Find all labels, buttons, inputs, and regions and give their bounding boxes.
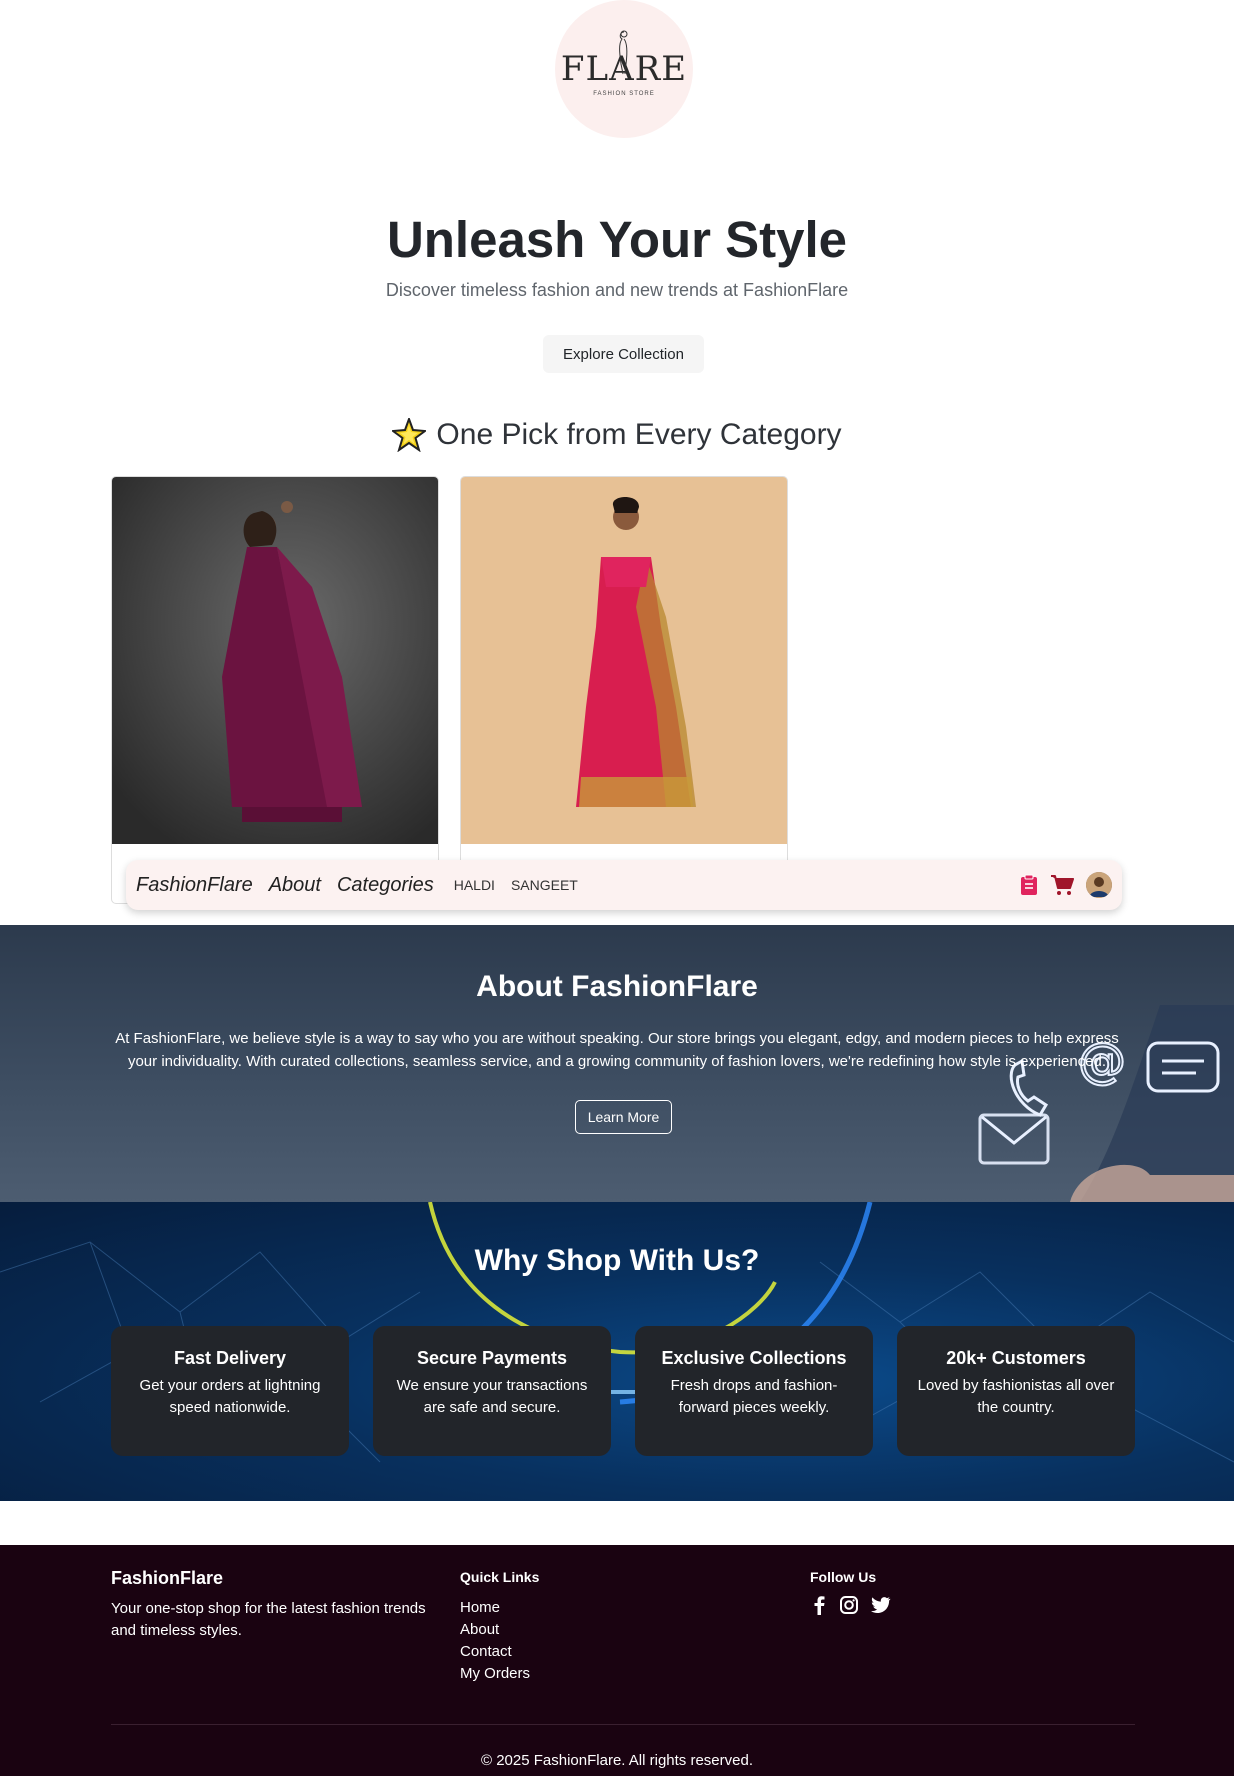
quick-links-list: Home About Contact My Orders [460,1597,530,1685]
why-shop-section: Why Shop With Us? Fast Delivery Get your… [0,1202,1234,1501]
footer-link-contact[interactable]: Contact [460,1641,530,1663]
feature-card-customers: 20k+ Customers Loved by fashionistas all… [897,1326,1135,1456]
feature-title: 20k+ Customers [946,1348,1086,1368]
feature-card-exclusive-collections: Exclusive Collections Fresh drops and fa… [635,1326,873,1456]
why-title: Why Shop With Us? [474,1244,760,1277]
navbar-brand-link[interactable]: FashionFlare [136,874,253,897]
footer-link-my-orders[interactable]: My Orders [460,1663,530,1685]
nav-category-haldi[interactable]: HALDI [454,877,495,893]
star-icon [392,418,427,452]
orders-clipboard-icon[interactable] [1020,874,1038,896]
feature-card-secure-payments: Secure Payments We ensure your transacti… [373,1326,611,1456]
feature-text: Get your orders at lightning speed natio… [139,1377,321,1416]
instagram-icon[interactable] [839,1595,859,1615]
footer-brand: FashionFlare [111,1568,224,1588]
picks-title: One Pick from Every Category [436,418,842,451]
feature-text: Fresh drops and fashion-forward pieces w… [670,1377,838,1416]
product-card[interactable] [111,476,439,904]
navbar: FashionFlare About Categories HALDI SANG… [126,860,1122,910]
footer-copyright: © 2025 FashionFlare. All rights reserved… [480,1752,753,1769]
cart-icon[interactable] [1050,874,1074,896]
facebook-icon[interactable] [811,1595,827,1615]
footer-link-about[interactable]: About [460,1619,530,1641]
hero-subtitle: Discover timeless fashion and new trends… [385,280,849,300]
navbar-icons [1020,872,1112,898]
user-avatar[interactable] [1086,872,1112,898]
footer-description: Your one-stop shop for the latest fashio… [111,1600,426,1639]
nav-link-about[interactable]: About [269,874,321,897]
product-card[interactable] [460,476,788,904]
footer: FashionFlare Your one-stop shop for the … [0,1545,1234,1776]
explore-collection-button[interactable]: Explore Collection [543,335,704,373]
logo-tagline: FASHION STORE [593,90,655,97]
twitter-icon[interactable] [871,1595,891,1615]
quick-links-heading: Quick Links [460,1569,540,1585]
social-links [811,1595,891,1615]
feature-title: Secure Payments [416,1348,568,1368]
hero-title: Unleash Your Style [386,211,848,268]
feature-text: Loved by fashionistas all over the count… [917,1377,1115,1416]
feature-text: We ensure your transactions are safe and… [396,1377,588,1416]
footer-divider [111,1724,1135,1725]
feature-title: Fast Delivery [173,1348,287,1368]
feature-title: Exclusive Collections [661,1348,847,1368]
follow-us-heading: Follow Us [810,1569,877,1585]
learn-more-button[interactable]: Learn More [575,1100,672,1134]
product-image [112,477,438,844]
nav-link-categories[interactable]: Categories [337,874,434,897]
nav-category-sangeet[interactable]: SANGEET [511,877,578,893]
about-section: @ About FashionFlare At FashionFlare, we… [0,925,1234,1202]
logo-figure-icon [619,30,628,75]
picks-heading: One Pick from Every Category [0,418,1234,452]
feature-card-fast-delivery: Fast Delivery Get your orders at lightni… [111,1326,349,1456]
footer-link-home[interactable]: Home [460,1597,530,1619]
about-text: At FashionFlare, we believe style is a w… [115,1030,1119,1070]
product-image [461,477,787,844]
brand-logo[interactable]: FLARE FASHION STORE [555,0,693,138]
about-title: About FashionFlare [476,970,758,1003]
